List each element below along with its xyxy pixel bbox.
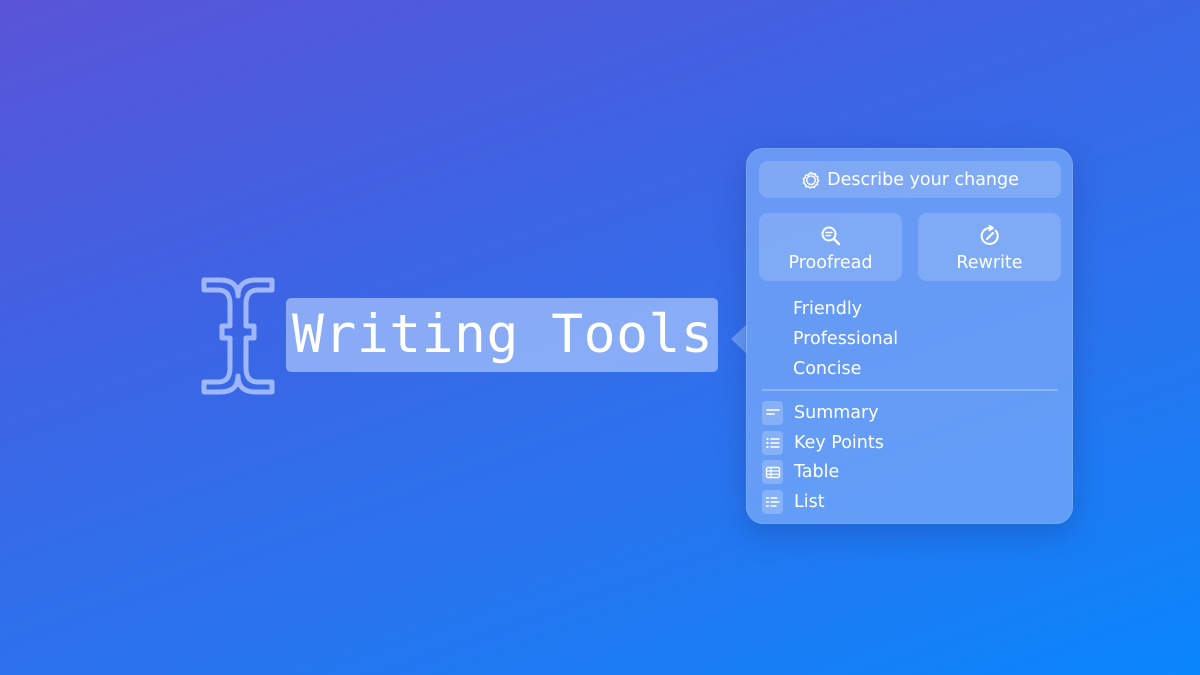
table-option[interactable]: Table	[762, 460, 839, 484]
list-option[interactable]: List	[762, 490, 825, 514]
text-insertion-cursor-icon	[196, 274, 280, 398]
popover-arrow	[731, 324, 747, 354]
magnifier-text-icon	[820, 225, 842, 249]
selected-text[interactable]: Writing Tools	[286, 298, 718, 372]
table-grid-icon	[762, 460, 783, 484]
proofread-button[interactable]: Proofread	[759, 213, 902, 281]
rewrite-button[interactable]: Rewrite	[918, 213, 1061, 281]
tone-concise-option[interactable]: Concise	[793, 359, 861, 379]
list-label: List	[794, 492, 825, 512]
describe-change-input[interactable]: Describe your change	[759, 161, 1061, 198]
key-points-option[interactable]: Key Points	[762, 431, 884, 455]
table-label: Table	[794, 462, 840, 482]
bulleted-list-icon	[762, 431, 783, 455]
proofread-label: Proofread	[788, 253, 873, 273]
summary-option[interactable]: Summary	[762, 401, 879, 425]
summary-lines-icon	[762, 401, 783, 425]
sparkle-outline-icon	[801, 170, 821, 190]
key-points-label: Key Points	[794, 433, 884, 453]
numbered-list-icon	[762, 490, 783, 514]
circular-arrow-pencil-icon	[979, 224, 1001, 249]
rewrite-label: Rewrite	[956, 253, 1023, 273]
section-divider	[762, 389, 1058, 391]
tone-friendly-option[interactable]: Friendly	[793, 299, 862, 319]
tone-professional-option[interactable]: Professional	[793, 329, 898, 349]
writing-tools-popover: Describe your change Proofread Rewrite F…	[746, 148, 1073, 524]
describe-change-placeholder: Describe your change	[827, 169, 1019, 190]
summary-label: Summary	[794, 403, 879, 423]
